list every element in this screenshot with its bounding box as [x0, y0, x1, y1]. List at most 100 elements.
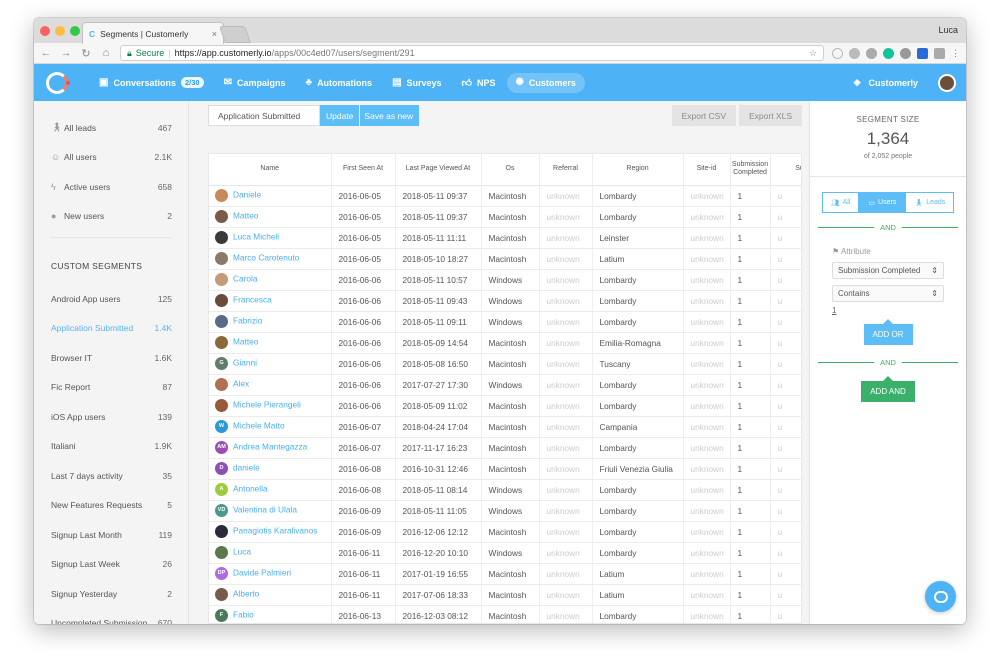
minimize-window-button[interactable]	[55, 26, 65, 36]
user-name-cell[interactable]: Alex	[209, 374, 332, 396]
column-header[interactable]: Last Page Viewed At	[395, 154, 482, 186]
reload-icon[interactable]: ↻	[80, 47, 92, 60]
user-name-link[interactable]: Luca	[233, 547, 251, 557]
sidebar-item-all-leads[interactable]: 🚶︎ All leads 467	[34, 113, 188, 143]
table-row[interactable]: Matteo 2016-06-05 2018-05-11 09:37 Macintos…	[209, 206, 801, 228]
extension-icon[interactable]	[866, 47, 877, 59]
column-header[interactable]: First Seen At	[331, 154, 396, 186]
user-name-cell[interactable]: VD Valentina di Ulala	[209, 500, 332, 522]
user-name-link[interactable]: Francesca	[233, 295, 272, 305]
home-icon[interactable]: ⌂	[100, 47, 112, 59]
add-and-button[interactable]: ADD AND	[861, 376, 915, 402]
user-name-link[interactable]: Alberto	[233, 589, 259, 599]
extension-icon[interactable]	[934, 47, 945, 59]
table-row[interactable]: Luca 2016-06-11 2016-12-20 10:10 Windows unk…	[209, 542, 801, 564]
operator-select[interactable]: Contains ⇕	[832, 285, 944, 302]
menu-icon[interactable]: ⋮	[951, 48, 960, 59]
segment-item-last-7-days-activity[interactable]: Last 7 days activity 35	[34, 461, 188, 491]
extension-icon[interactable]	[900, 47, 911, 59]
nav-customers[interactable]: ✺ Customers	[506, 72, 585, 93]
user-name-link[interactable]: Michele Matto	[233, 421, 285, 431]
user-name-link[interactable]: Valentina di Ulala	[233, 505, 297, 515]
user-name-cell[interactable]: Matteo	[209, 206, 332, 228]
user-name-cell[interactable]: Luca	[209, 542, 332, 564]
extension-icon[interactable]	[917, 47, 928, 59]
table-row[interactable]: Luca Micheli 2016-06-05 2018-05-11 11:11 Ma…	[209, 227, 801, 249]
save-as-new-button[interactable]: Save as new	[360, 105, 420, 126]
user-name-cell[interactable]: Carola	[209, 269, 332, 291]
back-icon[interactable]: ←	[40, 47, 52, 59]
address-bar[interactable]: 🔒︎ Secure | https://app.customerly.io/ap…	[120, 45, 824, 61]
table-row[interactable]: Ddaniele 2016-06-08 2016-10-31 12:46 Macint…	[209, 458, 801, 480]
export-csv-button[interactable]: Export CSV	[671, 105, 736, 126]
user-name-cell[interactable]: Marco Carotenuto	[209, 248, 332, 270]
user-name-link[interactable]: Michele Pierangeli	[233, 400, 301, 410]
workspace-menu[interactable]: ◈ Customerly	[854, 73, 966, 92]
segment-item-signup-last-week[interactable]: Signup Last Week 26	[34, 550, 188, 580]
table-row[interactable]: VD Valentina di Ulala 2016-06-09 2018-05-11…	[209, 500, 801, 522]
chat-launcher-button[interactable]	[925, 581, 956, 612]
column-header[interactable]: Submission Completed	[730, 154, 771, 186]
segment-item-fic-report[interactable]: Fic Report 87	[34, 373, 188, 403]
column-header[interactable]: Su	[770, 154, 801, 186]
table-row[interactable]: Daniele 2016-06-05 2018-05-11 09:37 Macinto…	[209, 185, 801, 207]
table-row[interactable]: DP Davide Palmieri 2016-06-11 2017-01-19 16…	[209, 563, 801, 585]
user-name-cell[interactable]: Michele Pierangeli	[209, 395, 332, 417]
column-header[interactable]: Referral	[539, 154, 593, 186]
user-name-cell[interactable]: G Gianni	[209, 353, 332, 375]
table-row[interactable]: Marco Carotenuto 2016-06-05 2018-05-10 18:…	[209, 248, 801, 270]
segment-name-input[interactable]: Application Submitted	[208, 105, 320, 126]
user-name-link[interactable]: Davide Palmieri	[233, 568, 291, 578]
user-name-cell[interactable]: Alberto	[209, 584, 332, 606]
forward-icon[interactable]: →	[60, 47, 72, 59]
table-row[interactable]: W Michele Matto 2016-06-07 2018-04-24 17:04…	[209, 416, 801, 438]
user-name-link[interactable]: Marco Carotenuto	[233, 253, 299, 263]
add-or-button[interactable]: ADD OR	[863, 319, 913, 345]
segment-item-application-submitted[interactable]: Application Submitted 1.4K	[34, 314, 188, 344]
user-name-link[interactable]: Gianni	[233, 358, 257, 368]
table-row[interactable]: Fabrizio 2016-06-06 2018-05-11 09:11 Window…	[209, 311, 801, 333]
column-header[interactable]: Name	[209, 154, 332, 186]
user-name-cell[interactable]: A Antonella	[209, 479, 332, 501]
user-name-link[interactable]: Daniele	[233, 190, 261, 200]
user-name-link[interactable]: Luca Micheli	[233, 232, 279, 242]
table-row[interactable]: AM Andrea Mantegazza 2016-06-07 2017-11-17 …	[209, 437, 801, 459]
segment-item-ios-app-users[interactable]: iOS App users 139	[34, 402, 188, 432]
table-row[interactable]: A Antonella 2016-06-08 2018-05-11 08:14 Wind…	[209, 479, 801, 501]
table-row[interactable]: Francesca 2016-06-06 2018-05-11 09:43 Windo…	[209, 290, 801, 312]
user-name-cell[interactable]: F Fabio	[209, 605, 332, 623]
user-name-cell[interactable]: Fabrizio	[209, 311, 332, 333]
nav-campaigns[interactable]: ✉ Campaigns	[215, 73, 295, 93]
extension-icon[interactable]	[849, 47, 860, 59]
update-button[interactable]: Update	[320, 105, 360, 126]
table-row[interactable]: Panagiotis Karalivanos 2016-06-09 2016-12-…	[209, 521, 801, 543]
column-header[interactable]: Region	[592, 154, 684, 186]
user-name-link[interactable]: Panagiotis Karalivanos	[233, 526, 317, 536]
sidebar-item-all-users[interactable]: ☺ All users 2.1K	[34, 143, 188, 173]
user-name-link[interactable]: Matteo	[233, 337, 258, 347]
export-xls-button[interactable]: Export XLS	[739, 105, 802, 126]
user-name-cell[interactable]: Luca Micheli	[209, 227, 332, 249]
user-name-cell[interactable]: Daniele	[209, 185, 332, 207]
condition-value-input[interactable]: 1	[832, 306, 966, 315]
user-name-cell[interactable]: Francesca	[209, 290, 332, 312]
bookmark-star-icon[interactable]: ☆	[809, 48, 817, 59]
segment-item-uncompleted-submission[interactable]: Uncompleted Submission 670	[34, 609, 188, 624]
segment-item-new-features-requests[interactable]: New Features Requests 5	[34, 491, 188, 521]
nav-surveys[interactable]: ▤ Surveys	[383, 73, 450, 93]
user-name-cell[interactable]: DP Davide Palmieri	[209, 563, 332, 585]
user-name-link[interactable]: Andrea Mantegazza	[233, 442, 307, 452]
filter-leads-button[interactable]: 🚶︎ Leads	[905, 192, 955, 213]
browser-tab[interactable]: C Segments | Customerly ×	[82, 22, 224, 44]
table-row[interactable]: Michele Pierangeli 2016-06-06 2018-05-09 1…	[209, 395, 801, 417]
user-name-cell[interactable]: Matteo	[209, 332, 332, 354]
user-name-link[interactable]: Fabrizio	[233, 316, 263, 326]
maximize-window-button[interactable]	[70, 26, 80, 36]
sidebar-item-active-users[interactable]: ϟ Active users 658	[34, 172, 188, 202]
user-name-cell[interactable]: AM Andrea Mantegazza	[209, 437, 332, 459]
column-header[interactable]: Os	[481, 154, 540, 186]
segment-item-italiani[interactable]: Italiani 1.9K	[34, 432, 188, 462]
segment-item-android-app-users[interactable]: Android App users 125	[34, 284, 188, 314]
nav-nps[interactable]: 👍︎ NPS	[453, 73, 505, 93]
table-row[interactable]: G Gianni 2016-06-06 2018-05-08 16:50 Macinto…	[209, 353, 801, 375]
